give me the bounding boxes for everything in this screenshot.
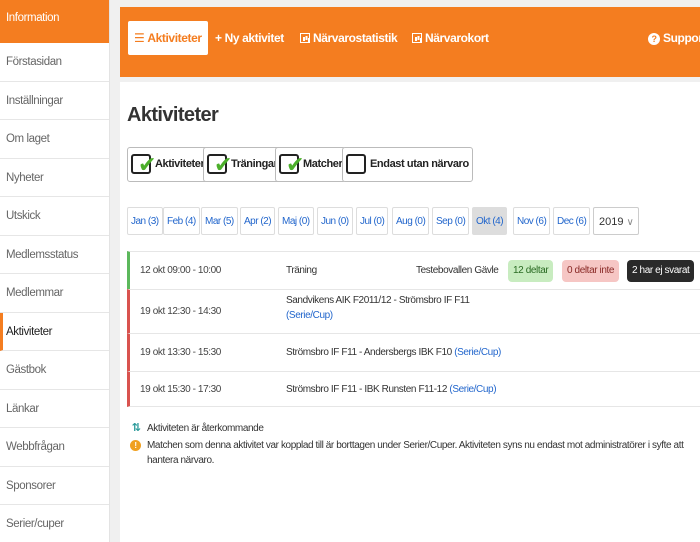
sidebar-item-aktiviteter[interactable]: Aktiviteter xyxy=(0,312,109,351)
tab-narvarokort[interactable]: Närvarokort xyxy=(412,21,489,55)
plus-icon: + xyxy=(215,31,222,45)
support-label: Support xyxy=(663,31,700,45)
activity-time: 19 okt 13:30 - 15:30 xyxy=(140,347,221,358)
support-link[interactable]: ?Support xyxy=(648,21,700,55)
month-tab-apr[interactable]: Apr (2) xyxy=(240,207,276,235)
month-tab-jul[interactable]: Jul (0) xyxy=(356,207,389,235)
sidebar-item-forstasidan[interactable]: Förstasidan xyxy=(0,43,109,82)
activity-location: Testebovallen Gävle xyxy=(416,265,499,276)
filter-aktiviteter-label: Aktiviteter xyxy=(155,158,205,170)
checkmark-icon: ✔ xyxy=(214,152,233,177)
not-participating-badge[interactable]: 0 deltar inte xyxy=(562,260,620,282)
sidebar: Information Förstasidan Inställningar Om… xyxy=(0,0,110,542)
activity-title: Strömsbro IF F11 - Andersbergs IBK F10 (… xyxy=(286,347,501,358)
warning-icon: ! xyxy=(130,440,141,451)
sidebar-item-medlemmar[interactable]: Medlemmar xyxy=(0,274,109,313)
legend-notice-text: Matchen som denna aktivitet var kopplad … xyxy=(147,440,684,466)
sidebar-item-webbfragan[interactable]: Webbfrågan xyxy=(0,428,109,467)
filter-traningar[interactable]: ✔ Träningar xyxy=(203,147,282,182)
month-tab-sep[interactable]: Sep (0) xyxy=(432,207,470,235)
activity-row[interactable]: 12 okt 09:00 - 10:00 Träning Testebovall… xyxy=(127,251,700,289)
sidebar-item-sponsorer[interactable]: Sponsorer xyxy=(0,467,109,505)
filter-matcher-label: Matcher xyxy=(303,158,343,170)
checkmark-icon: ✔ xyxy=(286,152,305,177)
month-tab-jun[interactable]: Jun (0) xyxy=(317,207,353,235)
checkbox-icon: ✔ xyxy=(279,154,304,176)
sidebar-item-lankar[interactable]: Länkar xyxy=(0,390,109,428)
activity-time: 19 okt 15:30 - 17:30 xyxy=(140,384,221,395)
question-icon: ? xyxy=(648,33,660,45)
legend-notice: ! Matchen som denna aktivitet var kopplad… xyxy=(130,438,695,468)
page-title: Aktiviteter xyxy=(127,104,219,126)
tab-aktiviteter-label: Aktiviteter xyxy=(147,31,202,45)
sidebar-item-om-laget[interactable]: Om laget xyxy=(0,120,109,159)
checkmark-icon: ✔ xyxy=(138,152,157,177)
checkbox-icon: ✔ xyxy=(131,154,156,176)
activity-title: Strömsbro IF F11 - IBK Runsten F11-12 (S… xyxy=(286,384,497,395)
serie-cup-link[interactable]: (Serie/Cup) xyxy=(449,384,496,395)
recurring-icon: ⇅ xyxy=(131,422,141,434)
chart-icon xyxy=(300,33,310,43)
participating-badge[interactable]: 12 deltar xyxy=(508,260,554,282)
chevron-down-icon: ∨ xyxy=(626,217,634,228)
year-select-value: 2019 xyxy=(599,216,624,228)
new-activity-label: Ny aktivitet xyxy=(224,31,285,45)
tab-narvarostatistik[interactable]: Närvarostatistik xyxy=(300,21,398,55)
not-answered-badge[interactable]: 2 har ej svarat xyxy=(627,260,695,282)
filter-endast-utan-narvaro[interactable]: Endast utan närvaro xyxy=(342,147,473,182)
tab-narvarostatistik-label: Närvarostatistik xyxy=(313,31,398,45)
activity-row[interactable]: 19 okt 12:30 - 14:30 Sandvikens AIK F201… xyxy=(127,289,700,333)
month-tab-feb[interactable]: Feb (4) xyxy=(163,207,200,235)
sidebar-item-utskick[interactable]: Utskick xyxy=(0,197,109,236)
legend-recurring-text: Aktiviteten är återkommande xyxy=(147,423,264,434)
month-tab-dec[interactable]: Dec (6) xyxy=(553,207,591,235)
month-tab-okt[interactable]: Okt (4) xyxy=(472,207,508,235)
sidebar-item-installningar[interactable]: Inställningar xyxy=(0,82,109,120)
month-tab-mar[interactable]: Mar (5) xyxy=(201,207,238,235)
activity-title-text: Strömsbro IF F11 - IBK Runsten F11-12 xyxy=(286,384,448,395)
sidebar-item-gastbok[interactable]: Gästbok xyxy=(0,351,109,390)
activity-row[interactable]: 19 okt 15:30 - 17:30 Strömsbro IF F11 - … xyxy=(127,371,700,407)
chart-icon xyxy=(412,33,422,43)
filter-traningar-label: Träningar xyxy=(231,158,278,170)
sidebar-header[interactable]: Information xyxy=(0,0,109,43)
serie-cup-link[interactable]: (Serie/Cup) xyxy=(286,310,333,321)
month-tab-jan[interactable]: Jan (3) xyxy=(127,207,163,235)
new-activity-button[interactable]: + Ny aktivitet xyxy=(215,21,284,55)
sidebar-item-nyheter[interactable]: Nyheter xyxy=(0,159,109,197)
legend-recurring: ⇅ Aktiviteten är återkommande xyxy=(130,421,264,434)
main-panel: Aktiviteter ✔ Aktiviteter ✔ Träningar ✔ … xyxy=(120,82,700,542)
activity-row[interactable]: 19 okt 13:30 - 15:30 Strömsbro IF F11 - … xyxy=(127,333,700,371)
month-tab-aug[interactable]: Aug (0) xyxy=(392,207,430,235)
checkbox-icon xyxy=(346,154,366,174)
month-tab-nov[interactable]: Nov (6) xyxy=(513,207,551,235)
serie-cup-link[interactable]: (Serie/Cup) xyxy=(454,347,501,358)
year-select[interactable]: 2019 ∨ xyxy=(593,207,639,235)
tab-aktiviteter[interactable]: ☰ Aktiviteter xyxy=(128,21,208,55)
sidebar-item-medlemsstatus[interactable]: Medlemsstatus xyxy=(0,236,109,274)
activity-title-text: Strömsbro IF F11 - Andersbergs IBK F10 xyxy=(286,347,452,358)
tab-narvarokort-label: Närvarokort xyxy=(425,31,489,45)
top-nav-bar: ☰ Aktiviteter + Ny aktivitet Närvarostatis… xyxy=(120,7,700,77)
filter-matcher[interactable]: ✔ Matcher xyxy=(275,147,347,182)
activity-title: Sandvikens AIK F2011/12 - Strömsbro IF F… xyxy=(286,295,470,306)
activity-time: 12 okt 09:00 - 10:00 xyxy=(140,265,221,276)
sidebar-item-serier-cuper[interactable]: Serier/cuper xyxy=(0,505,109,542)
filter-endast-utan-narvaro-label: Endast utan närvaro xyxy=(370,158,469,170)
list-icon: ☰ xyxy=(134,31,145,45)
month-tab-maj[interactable]: Maj (0) xyxy=(278,207,314,235)
checkbox-icon: ✔ xyxy=(207,154,232,176)
filter-aktiviteter[interactable]: ✔ Aktiviteter xyxy=(127,147,209,182)
activity-time: 19 okt 12:30 - 14:30 xyxy=(140,306,221,317)
activity-title: Träning xyxy=(286,265,317,276)
